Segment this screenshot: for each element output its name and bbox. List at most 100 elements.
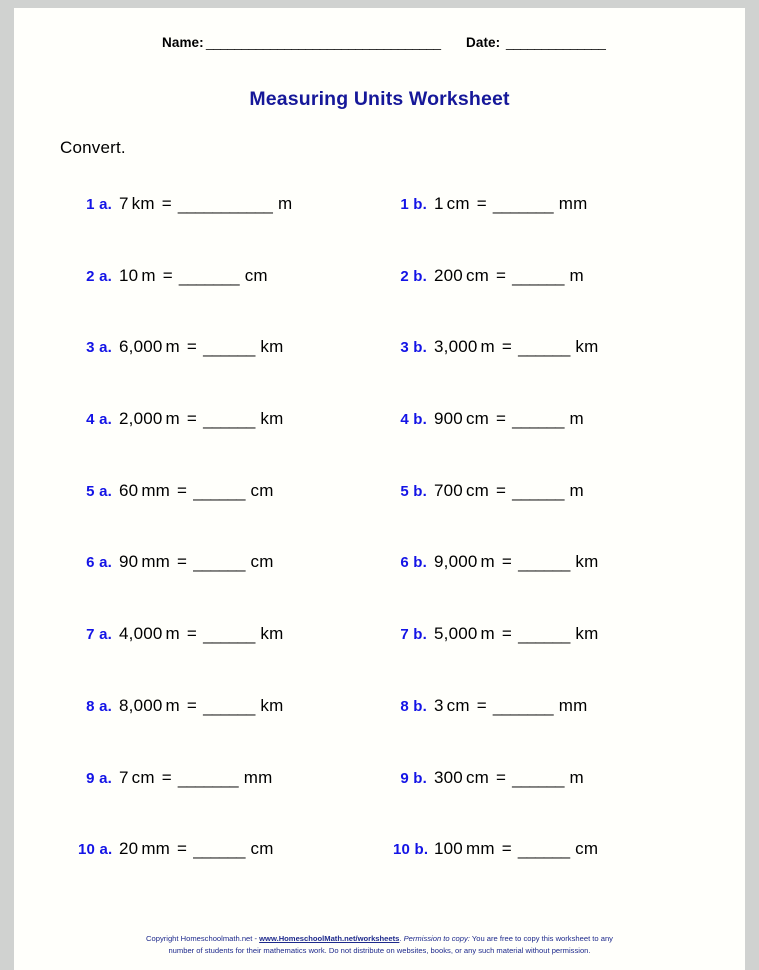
result-unit: m <box>569 409 584 429</box>
answer-blank[interactable]: ______ <box>518 553 570 573</box>
problem-number: 2 a. <box>86 267 112 285</box>
problem-unit: m <box>480 337 495 357</box>
problem-10a: 10 a. 20 mm = ______ cm <box>78 839 274 867</box>
date-blank-line[interactable]: ______________ <box>506 35 606 50</box>
name-label: Name: <box>162 35 204 50</box>
answer-blank[interactable]: ______ <box>512 410 564 430</box>
answer-blank[interactable]: ______ <box>512 769 564 789</box>
problem-expression: 5,000 m = ______ km <box>434 624 598 644</box>
equals-sign: = <box>496 409 507 429</box>
equals-sign: = <box>496 480 507 500</box>
problem-unit: mm <box>141 839 171 859</box>
date-label: Date: <box>466 35 501 50</box>
answer-blank[interactable]: ______ <box>512 482 564 502</box>
name-blank-line[interactable]: _________________________________ <box>206 35 441 50</box>
problem-3b: 3 b. 3,000 m = ______ km <box>393 337 598 365</box>
problem-unit: m <box>141 265 156 285</box>
problem-unit: m <box>165 337 180 357</box>
problem-number: 6 b. <box>400 554 427 572</box>
problem-number: 10 b. <box>393 841 429 859</box>
answer-blank[interactable]: ______ <box>512 267 564 287</box>
problem-expression: 8,000 m = ______ km <box>119 696 283 716</box>
problem-row: 6 a. 90 mm = ______ cm 6 b. 9,000 m = ______ km <box>14 552 745 624</box>
problem-expression: 9,000 m = ______ km <box>434 552 598 572</box>
equals-sign: = <box>186 624 198 644</box>
answer-blank[interactable]: _______ <box>179 267 240 287</box>
homeschoolmath-link[interactable]: www.HomeschoolMath.net/worksheets <box>259 934 399 943</box>
problem-expression: 4,000 m = ______ km <box>119 624 283 644</box>
equals-sign: = <box>501 839 512 859</box>
problem-value: 700 <box>434 480 463 500</box>
problem-2b: 2 b. 200 cm = ______ m <box>393 266 584 294</box>
problem-value: 100 <box>434 839 463 859</box>
problem-unit: cm <box>131 767 155 787</box>
result-unit: mm <box>243 767 273 787</box>
problem-3a: 3 a. 6,000 m = ______ km <box>78 337 283 365</box>
answer-blank[interactable]: ______ <box>193 482 245 502</box>
problem-4b: 4 b. 900 cm = ______ m <box>393 409 584 437</box>
problem-grid: 1 a. 7 km = ___________ m 1 b. 1 cm = _______ mm 2… <box>14 194 745 911</box>
equals-sign: = <box>177 552 188 572</box>
problem-row: 3 a. 6,000 m = ______ km 3 b. 3,000 m = ______ km <box>14 337 745 409</box>
result-unit: km <box>260 409 284 429</box>
problem-4a: 4 a. 2,000 m = ______ km <box>78 409 283 437</box>
problem-number: 6 a. <box>86 554 112 572</box>
answer-blank[interactable]: ______ <box>518 840 570 860</box>
result-unit: mm <box>558 194 588 213</box>
problem-5b: 5 b. 700 cm = ______ m <box>393 481 584 509</box>
answer-blank[interactable]: ______ <box>203 410 255 430</box>
instruction-text: Convert. <box>60 138 126 157</box>
answer-blank[interactable]: ______ <box>203 338 255 358</box>
problem-7b: 7 b. 5,000 m = ______ km <box>393 624 598 652</box>
problem-number: 8 a. <box>86 697 112 715</box>
problem-number: 4 a. <box>86 411 112 429</box>
problem-6a: 6 a. 90 mm = ______ cm <box>78 552 274 580</box>
problem-1b: 1 b. 1 cm = _______ mm <box>393 194 587 222</box>
result-unit: km <box>575 552 599 572</box>
result-unit: cm <box>575 839 599 859</box>
footer-line-2: number of students for their mathematics… <box>168 945 591 955</box>
answer-blank[interactable]: ______ <box>518 625 570 645</box>
answer-blank[interactable]: _______ <box>178 769 239 789</box>
problem-number: 9 a. <box>86 769 112 787</box>
problem-value: 4,000 <box>119 624 163 644</box>
problem-value: 900 <box>434 409 463 429</box>
answer-blank[interactable]: ___________ <box>178 195 273 215</box>
problem-8a: 8 a. 8,000 m = ______ km <box>78 696 283 724</box>
problem-value: 8,000 <box>119 695 163 715</box>
equals-sign: = <box>161 767 172 787</box>
problem-number: 1 b. <box>400 196 427 213</box>
problem-expression: 100 mm = ______ cm <box>434 839 598 859</box>
problem-row: 10 a. 20 mm = ______ cm 10 b. 100 mm = ______ cm <box>14 839 745 911</box>
problem-5a: 5 a. 60 mm = ______ cm <box>78 481 274 509</box>
equals-sign: = <box>496 265 507 285</box>
equals-sign: = <box>162 265 173 285</box>
result-unit: cm <box>250 552 274 572</box>
answer-blank[interactable]: ______ <box>203 697 255 717</box>
equals-sign: = <box>177 480 188 500</box>
result-unit: m <box>277 194 293 213</box>
equals-sign: = <box>501 624 513 644</box>
result-unit: km <box>575 624 599 644</box>
problem-value: 3 <box>434 695 444 715</box>
problem-number: 2 b. <box>400 267 427 285</box>
answer-blank[interactable]: ______ <box>193 840 245 860</box>
problem-unit: mm <box>141 552 171 572</box>
answer-blank[interactable]: ______ <box>193 553 245 573</box>
answer-blank[interactable]: _______ <box>493 195 554 215</box>
problem-value: 1 <box>434 194 444 213</box>
answer-blank[interactable]: ______ <box>203 625 255 645</box>
problem-expression: 300 cm = ______ m <box>434 768 584 788</box>
problem-value: 6,000 <box>119 337 163 357</box>
problem-expression: 3 cm = _______ mm <box>434 696 587 716</box>
answer-blank[interactable]: ______ <box>518 338 570 358</box>
problem-expression: 90 mm = ______ cm <box>119 552 274 572</box>
problem-value: 300 <box>434 767 463 787</box>
result-unit: m <box>569 767 584 787</box>
answer-blank[interactable]: _______ <box>493 697 554 717</box>
problem-unit: mm <box>465 839 495 859</box>
problem-unit: cm <box>465 767 490 787</box>
problem-expression: 700 cm = ______ m <box>434 481 584 501</box>
problem-2a: 2 a. 10 m = _______ cm <box>78 266 268 294</box>
problem-unit: cm <box>446 194 470 213</box>
